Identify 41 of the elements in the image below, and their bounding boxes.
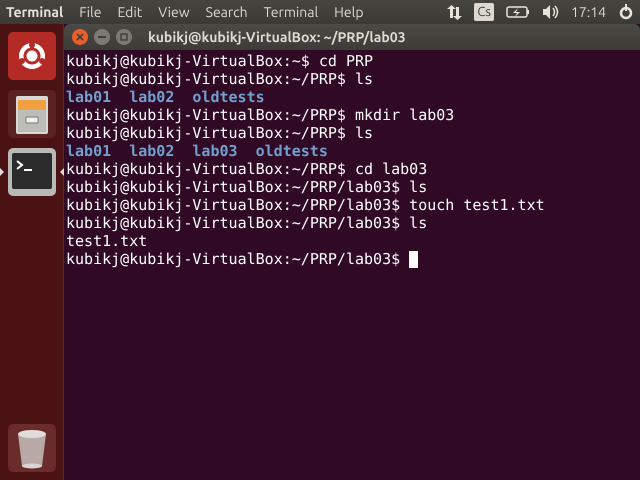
close-button[interactable] [72,29,88,45]
menu-item[interactable]: Terminal [256,2,326,22]
command-line: kubikj@kubikj-VirtualBox:~$ cd PRP [66,52,374,70]
menu-item[interactable]: Edit [109,2,150,22]
directory-name: lab03 [192,142,238,160]
app-name: Terminal [5,2,64,22]
network-arrows-icon[interactable] [446,4,462,20]
clock[interactable]: 17:14 [570,2,606,22]
menu-item[interactable]: Help [326,2,372,22]
menu-item[interactable]: Search [198,2,256,22]
command-line: kubikj@kubikj-VirtualBox:~/PRP/lab03$ ls [66,214,428,232]
directory-name: oldtests [192,88,265,106]
close-icon [76,33,84,41]
minimize-button[interactable] [94,29,110,45]
battery-icon[interactable] [506,5,530,19]
keyboard-layout-indicator[interactable]: Cs [474,3,494,21]
menu-item[interactable]: View [150,2,198,22]
directory-name: lab01 [66,142,112,160]
maximize-button[interactable] [116,29,132,45]
trash-icon[interactable] [8,424,56,472]
command-line: kubikj@kubikj-VirtualBox:~/PRP/lab03$ [66,250,400,268]
command-line: kubikj@kubikj-VirtualBox:~/PRP/lab03$ ls [66,178,428,196]
command-line: kubikj@kubikj-VirtualBox:~/PRP$ cd lab03 [66,160,428,178]
command-line: kubikj@kubikj-VirtualBox:~/PRP/lab03$ touch test1.txt [66,196,545,214]
output-line: test1.txt [66,232,148,250]
directory-name: lab02 [129,142,174,160]
maximize-icon [120,33,128,41]
terminal-icon[interactable] [8,148,56,196]
volume-icon[interactable] [542,4,559,20]
directory-name: lab01 [66,88,112,106]
directory-name: oldtests [256,142,328,160]
power-icon[interactable] [618,4,634,20]
command-line: kubikj@kubikj-VirtualBox:~/PRP$ ls [66,70,374,88]
menu-item[interactable]: File [71,2,110,22]
file-cabinet-icon[interactable] [8,90,56,138]
dash-icon[interactable] [8,32,56,80]
minimize-icon [98,33,106,41]
command-line: kubikj@kubikj-VirtualBox:~/PRP$ mkdir lab03 [66,106,454,124]
window-title: kubikj@kubikj-VirtualBox: ~/PRP/lab03 [148,28,406,47]
directory-name: lab02 [129,88,174,106]
command-line: kubikj@kubikj-VirtualBox:~/PRP$ ls [66,124,374,142]
